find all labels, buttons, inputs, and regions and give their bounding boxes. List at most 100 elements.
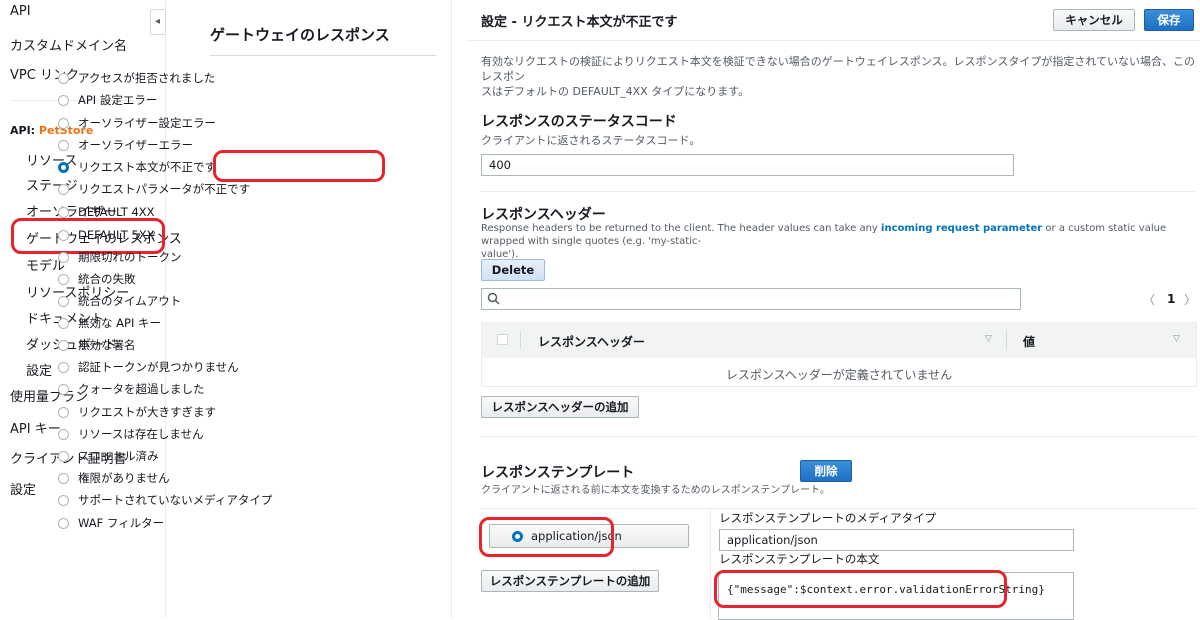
response-option-label: リクエストが大きすぎます (78, 405, 216, 419)
response-option-label: 認証トークンが見つかりません (78, 360, 239, 374)
column-header-response-header[interactable]: レスポンスヘッダー (538, 333, 645, 350)
intro-description: 有効なリクエストの検証によりリクエスト本文を検証できない場合のゲートウェイレスポ… (481, 54, 1197, 99)
response-option[interactable]: 認証トークンが見つかりません (58, 358, 239, 376)
response-option-label: スロットル済み (78, 449, 159, 463)
divider (710, 508, 711, 618)
response-option-label: オーソライザー設定エラー (78, 116, 216, 130)
media-type-option-label: application/json (531, 529, 622, 543)
nav-item-api-keys[interactable]: API キー (10, 418, 61, 437)
intro-line: スはデフォルトの DEFAULT_4XX タイプになります。 (481, 85, 750, 98)
pagination-next-icon[interactable]: 〉 (1184, 291, 1196, 308)
sort-icon[interactable]: ▽ (985, 334, 992, 344)
delete-template-button[interactable]: 削除 (800, 460, 852, 482)
radio-icon[interactable] (58, 472, 69, 484)
nav-item-custom-domain[interactable]: カスタムドメイン名 (10, 35, 127, 54)
response-option-label: DEFAULT 5XX (78, 228, 155, 242)
response-option[interactable]: アクセスが拒否されました (58, 69, 215, 87)
response-option-label: 無効な API キー (78, 316, 162, 330)
column-divider (520, 331, 521, 349)
response-option[interactable]: クォータを超過しました (58, 380, 205, 398)
radio-icon[interactable] (58, 339, 69, 351)
response-option[interactable]: DEFAULT 4XX (58, 203, 155, 221)
add-response-template-button[interactable]: レスポンステンプレートの追加 (481, 570, 659, 592)
response-option[interactable]: 期限切れのトークン (58, 248, 182, 266)
page-title: 設定 - リクエスト本文が不正です (481, 15, 678, 30)
radio-icon[interactable] (58, 406, 69, 418)
media-type-label: レスポンステンプレートのメディアタイプ (719, 511, 937, 525)
nav-item-settings[interactable]: 設定 (10, 479, 36, 498)
radio-selected-icon (512, 530, 523, 542)
response-headers-description: Response headers to be returned to the c… (481, 222, 1197, 261)
pagination-prev-icon[interactable]: 〈 (1143, 291, 1155, 308)
response-option[interactable]: オーソライザー設定エラー (58, 114, 216, 132)
empty-table-message: レスポンスヘッダーが定義されていません (725, 368, 953, 382)
response-option-label: クォータを超過しました (78, 382, 205, 396)
radio-icon[interactable] (58, 361, 69, 373)
response-option[interactable]: スロットル済み (58, 447, 159, 465)
radio-selected-icon[interactable] (58, 161, 69, 173)
status-code-input[interactable]: 400 (481, 154, 1014, 176)
gateway-response-list: ゲートウェイのレスポンス (166, 0, 452, 618)
radio-icon[interactable] (58, 383, 69, 395)
response-option[interactable]: リクエストが大きすぎます (58, 403, 216, 421)
radio-icon[interactable] (58, 94, 69, 106)
delete-header-button[interactable]: Delete (481, 259, 545, 281)
response-option[interactable]: オーソライザーエラー (58, 136, 193, 154)
radio-icon[interactable] (58, 517, 69, 529)
response-option[interactable]: API 設定エラー (58, 91, 157, 109)
radio-icon[interactable] (58, 428, 69, 440)
divider (210, 55, 436, 56)
response-option[interactable]: 権限がありません (58, 469, 170, 487)
nav-item-api-settings[interactable]: 設定 (26, 360, 52, 379)
radio-icon[interactable] (58, 251, 69, 263)
response-templates-description: クライアントに返される前に本文を変換するためのレスポンステンプレート。 (481, 485, 830, 496)
radio-icon[interactable] (58, 494, 69, 506)
select-all-checkbox[interactable] (497, 334, 508, 345)
cancel-button[interactable]: キャンセル (1053, 9, 1135, 31)
column-header-value[interactable]: 値 (1023, 333, 1035, 350)
header-search-input[interactable] (481, 288, 1021, 310)
response-option-label: 無効な署名 (78, 338, 136, 352)
sort-icon[interactable]: ▽ (1173, 334, 1180, 344)
response-option[interactable]: リクエスト本文が不正です (58, 158, 216, 176)
response-option[interactable]: リソースは存在しません (58, 425, 204, 443)
incoming-request-parameter-link[interactable]: incoming request parameter (881, 223, 1042, 234)
add-response-header-button[interactable]: レスポンスヘッダーの追加 (481, 396, 639, 418)
response-option-label: リクエストパラメータが不正です (78, 182, 251, 196)
response-option[interactable]: サポートされていないメディアタイプ (58, 491, 272, 509)
pagination-page-number[interactable]: 1 (1167, 292, 1175, 306)
response-option-label: リソースは存在しません (78, 427, 204, 441)
media-type-option-button[interactable]: application/json (489, 524, 689, 548)
response-option[interactable]: 無効な API キー (58, 314, 161, 332)
radio-icon[interactable] (58, 295, 69, 307)
response-option-label: 権限がありません (78, 471, 170, 485)
response-option[interactable]: 統合の失敗 (58, 270, 136, 288)
response-option-label: リクエスト本文が不正です (78, 160, 216, 174)
radio-icon[interactable] (58, 317, 69, 329)
response-option[interactable]: 統合のタイムアウト (58, 292, 181, 310)
response-option[interactable]: リクエストパラメータが不正です (58, 180, 250, 198)
media-type-input[interactable]: application/json (719, 529, 1074, 551)
radio-icon[interactable] (58, 183, 69, 195)
radio-icon[interactable] (58, 450, 69, 462)
intro-line: 有効なリクエストの検証によりリクエスト本文を検証できない場合のゲートウェイレスポ… (481, 55, 1196, 83)
radio-icon[interactable] (58, 229, 69, 241)
radio-icon[interactable] (58, 273, 69, 285)
status-code-description: クライアントに返されるステータスコード。 (481, 134, 701, 147)
divider (481, 436, 1197, 437)
template-body-editor[interactable]: {"message":$context.error.validationErro… (718, 572, 1074, 620)
caret-left-icon: ◂ (155, 16, 161, 27)
radio-icon[interactable] (58, 206, 69, 218)
api-prefix: API: (10, 124, 36, 137)
response-option[interactable]: 無効な署名 (58, 336, 136, 354)
collapse-nav-button[interactable]: ◂ (150, 9, 166, 35)
radio-icon[interactable] (58, 117, 69, 129)
radio-icon[interactable] (58, 139, 69, 151)
response-templates-title: レスポンステンプレート (481, 465, 635, 481)
nav-item-api[interactable]: API (10, 4, 31, 19)
radio-icon[interactable] (58, 72, 69, 84)
response-option[interactable]: WAF フィルター (58, 514, 164, 532)
template-body-label: レスポンステンプレートの本文 (719, 552, 880, 566)
response-option[interactable]: DEFAULT 5XX (58, 226, 155, 244)
save-button[interactable]: 保存 (1144, 9, 1194, 31)
